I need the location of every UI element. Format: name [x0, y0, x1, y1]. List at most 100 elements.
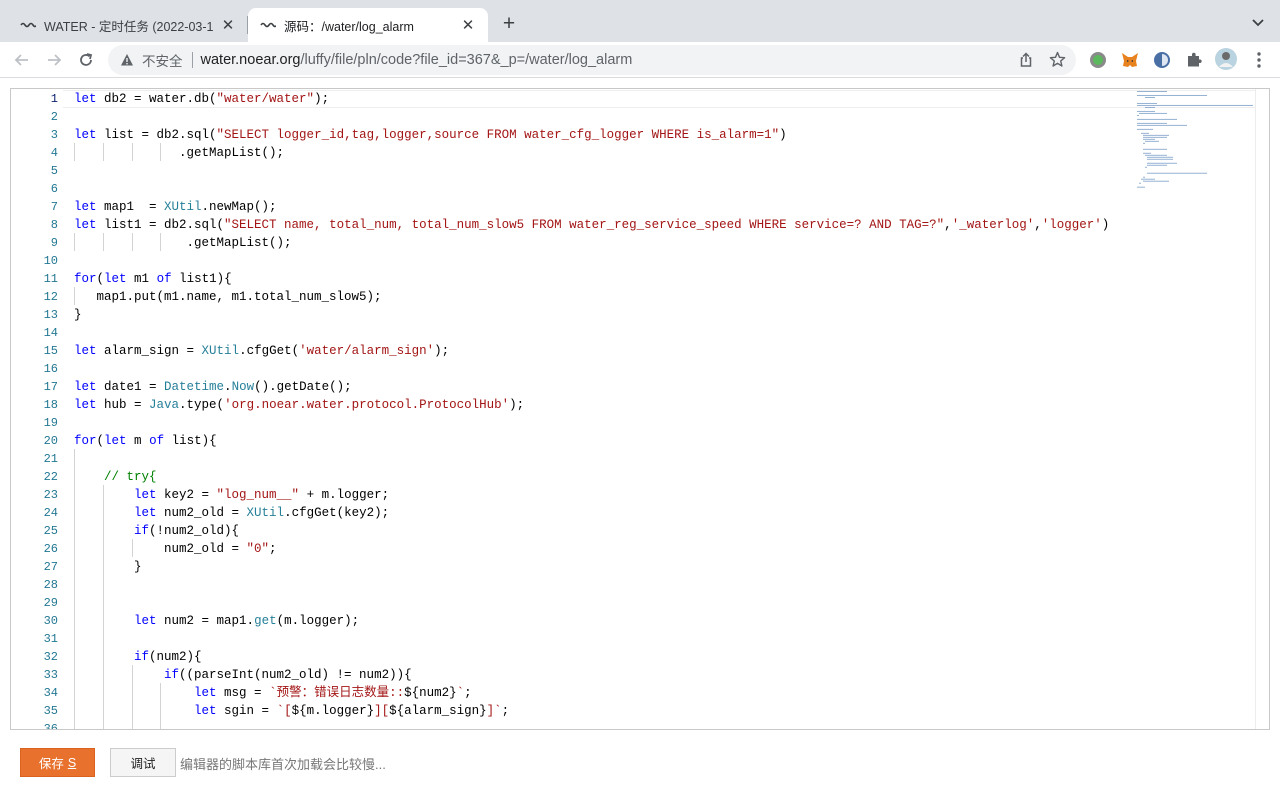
line-number: 14 [43, 326, 58, 340]
reload-icon[interactable] [77, 51, 95, 69]
code-line[interactable]: let num2 = map1.get(m.logger); [74, 612, 359, 630]
line-number: 6 [50, 182, 58, 196]
code-line[interactable]: for(let m of list){ [74, 432, 217, 450]
code-token: if [134, 524, 150, 538]
tab-source-log-alarm[interactable]: 源码：/water/log_alarm ✕ [248, 8, 488, 42]
line-number: 26 [43, 542, 58, 556]
url-path: /luffy/file/pln/code?file_id=367&_p=/wat… [300, 52, 633, 68]
code-token: let [194, 686, 217, 700]
chevron-down-icon[interactable] [1250, 14, 1266, 30]
share-icon[interactable] [1018, 52, 1034, 68]
code-token: ${alarm_sign} [389, 704, 487, 718]
code-token: let [104, 434, 127, 448]
tab-water-tasks[interactable]: WATER - 定时任务 (2022-03-19 ✕ [8, 8, 248, 42]
code-token: 'org.noear.water.protocol.ProtocolHub' [224, 398, 510, 412]
code-token: "log_num__" [216, 488, 300, 502]
code-token: (!num2_old){ [149, 524, 240, 538]
security-label[interactable]: 不安全 [142, 50, 183, 70]
vertical-scrollbar[interactable] [1255, 89, 1269, 729]
address-bar[interactable]: 不安全 water.noear.org/luffy/file/pln/code?… [108, 45, 1076, 75]
code-token: "0" [246, 542, 270, 556]
line-number: 34 [43, 686, 58, 700]
bookmark-star-icon[interactable] [1049, 51, 1066, 68]
line-number: 23 [43, 488, 58, 502]
debug-label: 调试 [130, 757, 156, 771]
warning-icon[interactable] [120, 53, 134, 67]
code-line[interactable]: let key2 = "log_num__" + m.logger; [74, 486, 389, 504]
code-line[interactable]: // try{ [74, 468, 157, 486]
line-number: 30 [43, 614, 58, 628]
metamask-fox-icon[interactable] [1120, 50, 1140, 70]
code-token: ); [509, 398, 525, 412]
code-line[interactable]: let alarm_sign = XUtil.cfgGet('water/ala… [74, 342, 449, 360]
line-number: 13 [43, 308, 58, 322]
code-line[interactable]: .getMapList(); [74, 234, 292, 252]
line-number: 31 [43, 632, 58, 646]
code-minimap[interactable] [1135, 89, 1255, 729]
code-line[interactable]: map1.put(m1.name, m1.total_num_slow5); [74, 288, 382, 306]
code-line[interactable]: if(num2){ [74, 648, 202, 666]
back-icon[interactable] [13, 51, 31, 69]
code-token: for [74, 272, 97, 286]
code-token: // try{ [104, 470, 157, 484]
close-icon[interactable]: ✕ [460, 17, 476, 34]
profile-avatar[interactable] [1215, 48, 1237, 70]
code-token: let [134, 614, 157, 628]
code-line[interactable]: let map1 = XUtil.newMap(); [74, 198, 277, 216]
code-line[interactable]: let sgin = `[${m.logger}][${alarm_sign}]… [74, 702, 509, 720]
close-icon[interactable]: ✕ [220, 17, 236, 34]
code-line[interactable]: num2_old = "0"; [74, 540, 277, 558]
code-token: date1 = [96, 380, 165, 394]
more-vert-icon[interactable] [1249, 50, 1269, 70]
code-token: let [134, 488, 157, 502]
line-number: 5 [50, 164, 58, 178]
code-token: if [164, 668, 180, 682]
line-number: 7 [50, 200, 58, 214]
code-token: get [254, 614, 277, 628]
code-token: list1 = db2.sql( [96, 218, 225, 232]
code-token: ) [1101, 218, 1110, 232]
line-number-gutter: 1 2 3 4 5 6 7 8 9 10 11 12 13 14 15 16 17 18 19 20 21 22 23 24 2… [11, 89, 63, 729]
code-line[interactable]: } [74, 306, 82, 324]
url-text[interactable]: water.noear.org/luffy/file/pln/code?file… [201, 52, 633, 68]
code-token: let [74, 128, 97, 142]
code-line[interactable]: let hub = Java.type('org.noear.water.pro… [74, 396, 524, 414]
code-token: ((parseInt(num2_old) != num2)){ [179, 668, 412, 682]
save-shortcut-key: S [67, 755, 77, 770]
new-tab-plus-icon[interactable]: + [498, 13, 520, 35]
line-number: 11 [43, 272, 58, 286]
code-line[interactable]: } [74, 558, 142, 576]
code-line[interactable]: if((parseInt(num2_old) != num2)){ [74, 666, 412, 684]
code-token: } [74, 308, 82, 322]
line-number: 27 [43, 560, 58, 574]
line-number: 10 [43, 254, 58, 268]
code-line[interactable]: let date1 = Datetime.Now().getDate(); [74, 378, 352, 396]
forward-icon[interactable] [45, 51, 63, 69]
code-token: XUtil [164, 200, 202, 214]
code-line[interactable]: let num2_old = XUtil.cfgGet(key2); [74, 504, 389, 522]
code-line[interactable]: let list1 = db2.sql("SELECT name, total_… [74, 216, 1109, 234]
tab-title: 源码：/water/log_alarm [284, 19, 414, 34]
code-token: .cfgGet( [239, 344, 300, 358]
code-token: let [74, 218, 97, 232]
code-line[interactable]: let list = db2.sql("SELECT logger_id,tag… [74, 126, 787, 144]
save-button[interactable]: 保存 S [20, 748, 95, 777]
line-number: 9 [50, 236, 58, 250]
debug-button[interactable]: 调试 [110, 748, 176, 777]
line-number: 18 [43, 398, 58, 412]
code-line[interactable]: .getMapList(); [74, 144, 284, 162]
extension-shield-icon[interactable] [1152, 50, 1172, 70]
code-token: } [74, 560, 142, 574]
code-line[interactable]: if(!num2_old){ [74, 522, 239, 540]
code-editor[interactable]: 1 2 3 4 5 6 7 8 9 10 11 12 13 14 15 16 17 18 19 20 21 22 23 24 2… [10, 88, 1270, 730]
puzzle-extensions-icon[interactable] [1184, 50, 1204, 70]
extension-circle-icon[interactable] [1088, 50, 1108, 70]
code-token: num2_old = [156, 506, 247, 520]
code-line[interactable]: let db2 = water.db("water/water"); [74, 90, 329, 108]
code-line[interactable]: for(let m1 of list1){ [74, 270, 232, 288]
code-line[interactable]: let msg = `预警：错误日志数量::${num2}`; [74, 684, 472, 702]
